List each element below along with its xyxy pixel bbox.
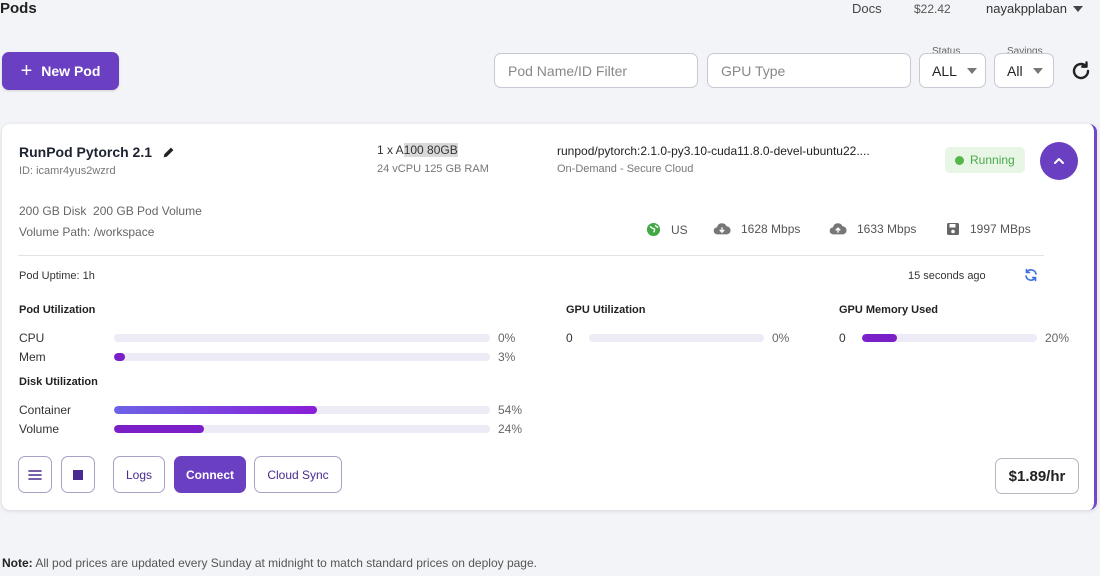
gpu-info-highlight: 100 80GB (403, 143, 458, 157)
last-updated: 15 seconds ago (908, 270, 986, 282)
stop-button[interactable] (61, 456, 95, 493)
mem-bar (114, 353, 490, 361)
disk-speed: 1997 MBps (946, 222, 1031, 236)
pod-utilization-title: Pod Utilization (19, 304, 96, 316)
gpu-memory-title: GPU Memory Used (839, 304, 939, 316)
volume-bar (114, 425, 490, 433)
gpu-utilization-title: GPU Utilization (566, 304, 646, 316)
download-speed-text: 1628 Mbps (741, 222, 801, 236)
gpu-utilization-value: 0% (772, 331, 790, 345)
gpu-type-input[interactable]: GPU Type (707, 53, 911, 88)
stop-icon (73, 469, 83, 480)
username: nayakpplaban (986, 1, 1067, 16)
chevron-down-icon (966, 67, 977, 74)
container-image: runpod/pytorch:2.1.0-py3.10-cuda11.8.0-d… (557, 144, 870, 158)
upload-speed: 1633 Mbps (829, 222, 916, 236)
pricing-note-text: All pod prices are updated every Sunday … (32, 556, 537, 570)
container-bar (114, 406, 490, 414)
upload-speed-text: 1633 Mbps (857, 222, 917, 236)
volume-label: Volume (19, 422, 60, 436)
disk-utilization-title: Disk Utilization (19, 376, 98, 388)
cpu-bar (114, 334, 490, 342)
download-speed: 1628 Mbps (713, 222, 800, 236)
cpu-ram-info: 24 vCPU 125 GB RAM (377, 163, 489, 175)
gpu-info-prefix: 1 x A (377, 143, 404, 157)
pod-name: RunPod Pytorch 2.1 (19, 144, 175, 160)
sync-icon[interactable] (1023, 267, 1039, 283)
pod-id: ID: icamr4yus2wzrd (19, 165, 116, 177)
pencil-icon[interactable] (162, 146, 175, 159)
refresh-icon[interactable] (1069, 59, 1093, 83)
status-dot-icon (955, 155, 964, 165)
pricing-note-label: Note: (2, 556, 33, 570)
mem-bar-fill (114, 353, 126, 361)
page-title: Pods (0, 0, 37, 17)
account-balance: $22.42 (914, 2, 951, 16)
user-menu[interactable]: nayakpplaban (986, 1, 1083, 16)
gpu-utilization-index: 0 (566, 331, 573, 345)
globe-icon (646, 222, 661, 237)
container-label: Container (19, 403, 72, 417)
new-pod-button[interactable]: + New Pod (2, 52, 119, 90)
cpu-value: 0% (498, 331, 516, 345)
hamburger-icon (28, 469, 42, 480)
docs-link[interactable]: Docs (852, 1, 882, 16)
status-select-box[interactable]: ALL (919, 53, 986, 88)
pod-name-filter-input[interactable]: Pod Name/ID Filter (494, 53, 698, 88)
new-pod-label: New Pod (41, 63, 101, 79)
gpu-utilization-bar (589, 334, 764, 342)
savings-select-box[interactable]: All (994, 53, 1054, 88)
cloud-sync-button[interactable]: Cloud Sync (254, 456, 342, 493)
container-bar-fill (114, 406, 318, 414)
region-info: US (646, 222, 688, 237)
connect-button[interactable]: Connect (174, 456, 246, 493)
gpu-memory-bar (862, 334, 1037, 342)
floppy-disk-icon (947, 223, 959, 235)
volume-value: 24% (498, 422, 523, 436)
divider (18, 255, 1044, 256)
cloud-type: On-Demand - Secure Cloud (557, 163, 694, 175)
cloud-download-icon (713, 223, 731, 235)
gpu-memory-value: 20% (1045, 331, 1070, 345)
cpu-label: CPU (19, 331, 45, 345)
volume-path: Volume Path: /workspace (19, 225, 155, 239)
volume-bar-fill (114, 425, 205, 433)
menu-button[interactable] (18, 456, 52, 493)
status-badge: Running (945, 147, 1025, 173)
pricing-note: Note: All pod prices are updated every S… (2, 556, 537, 570)
pod-card: RunPod Pytorch 2.1 ID: icamr4yus2wzrd 1 … (2, 124, 1097, 510)
chevron-up-icon (1054, 158, 1064, 164)
status-text: Running (970, 153, 1015, 167)
savings-select-value: All (1007, 62, 1023, 79)
gpu-memory-index: 0 (839, 331, 846, 345)
collapse-button[interactable] (1040, 142, 1078, 180)
disk-info: 200 GB Disk 200 GB Pod Volume (19, 204, 202, 218)
chevron-down-icon (1032, 67, 1043, 74)
pod-name-text: RunPod Pytorch 2.1 (19, 144, 153, 160)
logs-button[interactable]: Logs (113, 456, 165, 493)
hourly-price: $1.89/hr (995, 458, 1079, 494)
mem-label: Mem (19, 350, 46, 364)
region-text: US (671, 222, 688, 237)
plus-icon: + (20, 60, 33, 82)
pod-uptime: Pod Uptime: 1h (19, 270, 95, 282)
chevron-down-icon (1072, 5, 1083, 12)
container-value: 54% (498, 403, 523, 417)
gpu-memory-bar-fill (862, 334, 897, 342)
status-select-value: ALL (932, 62, 957, 79)
gpu-info: 1 x A100 80GB (377, 143, 458, 157)
disk-speed-text: 1997 MBps (970, 222, 1031, 236)
cloud-upload-icon (829, 223, 847, 235)
mem-value: 3% (498, 350, 516, 364)
